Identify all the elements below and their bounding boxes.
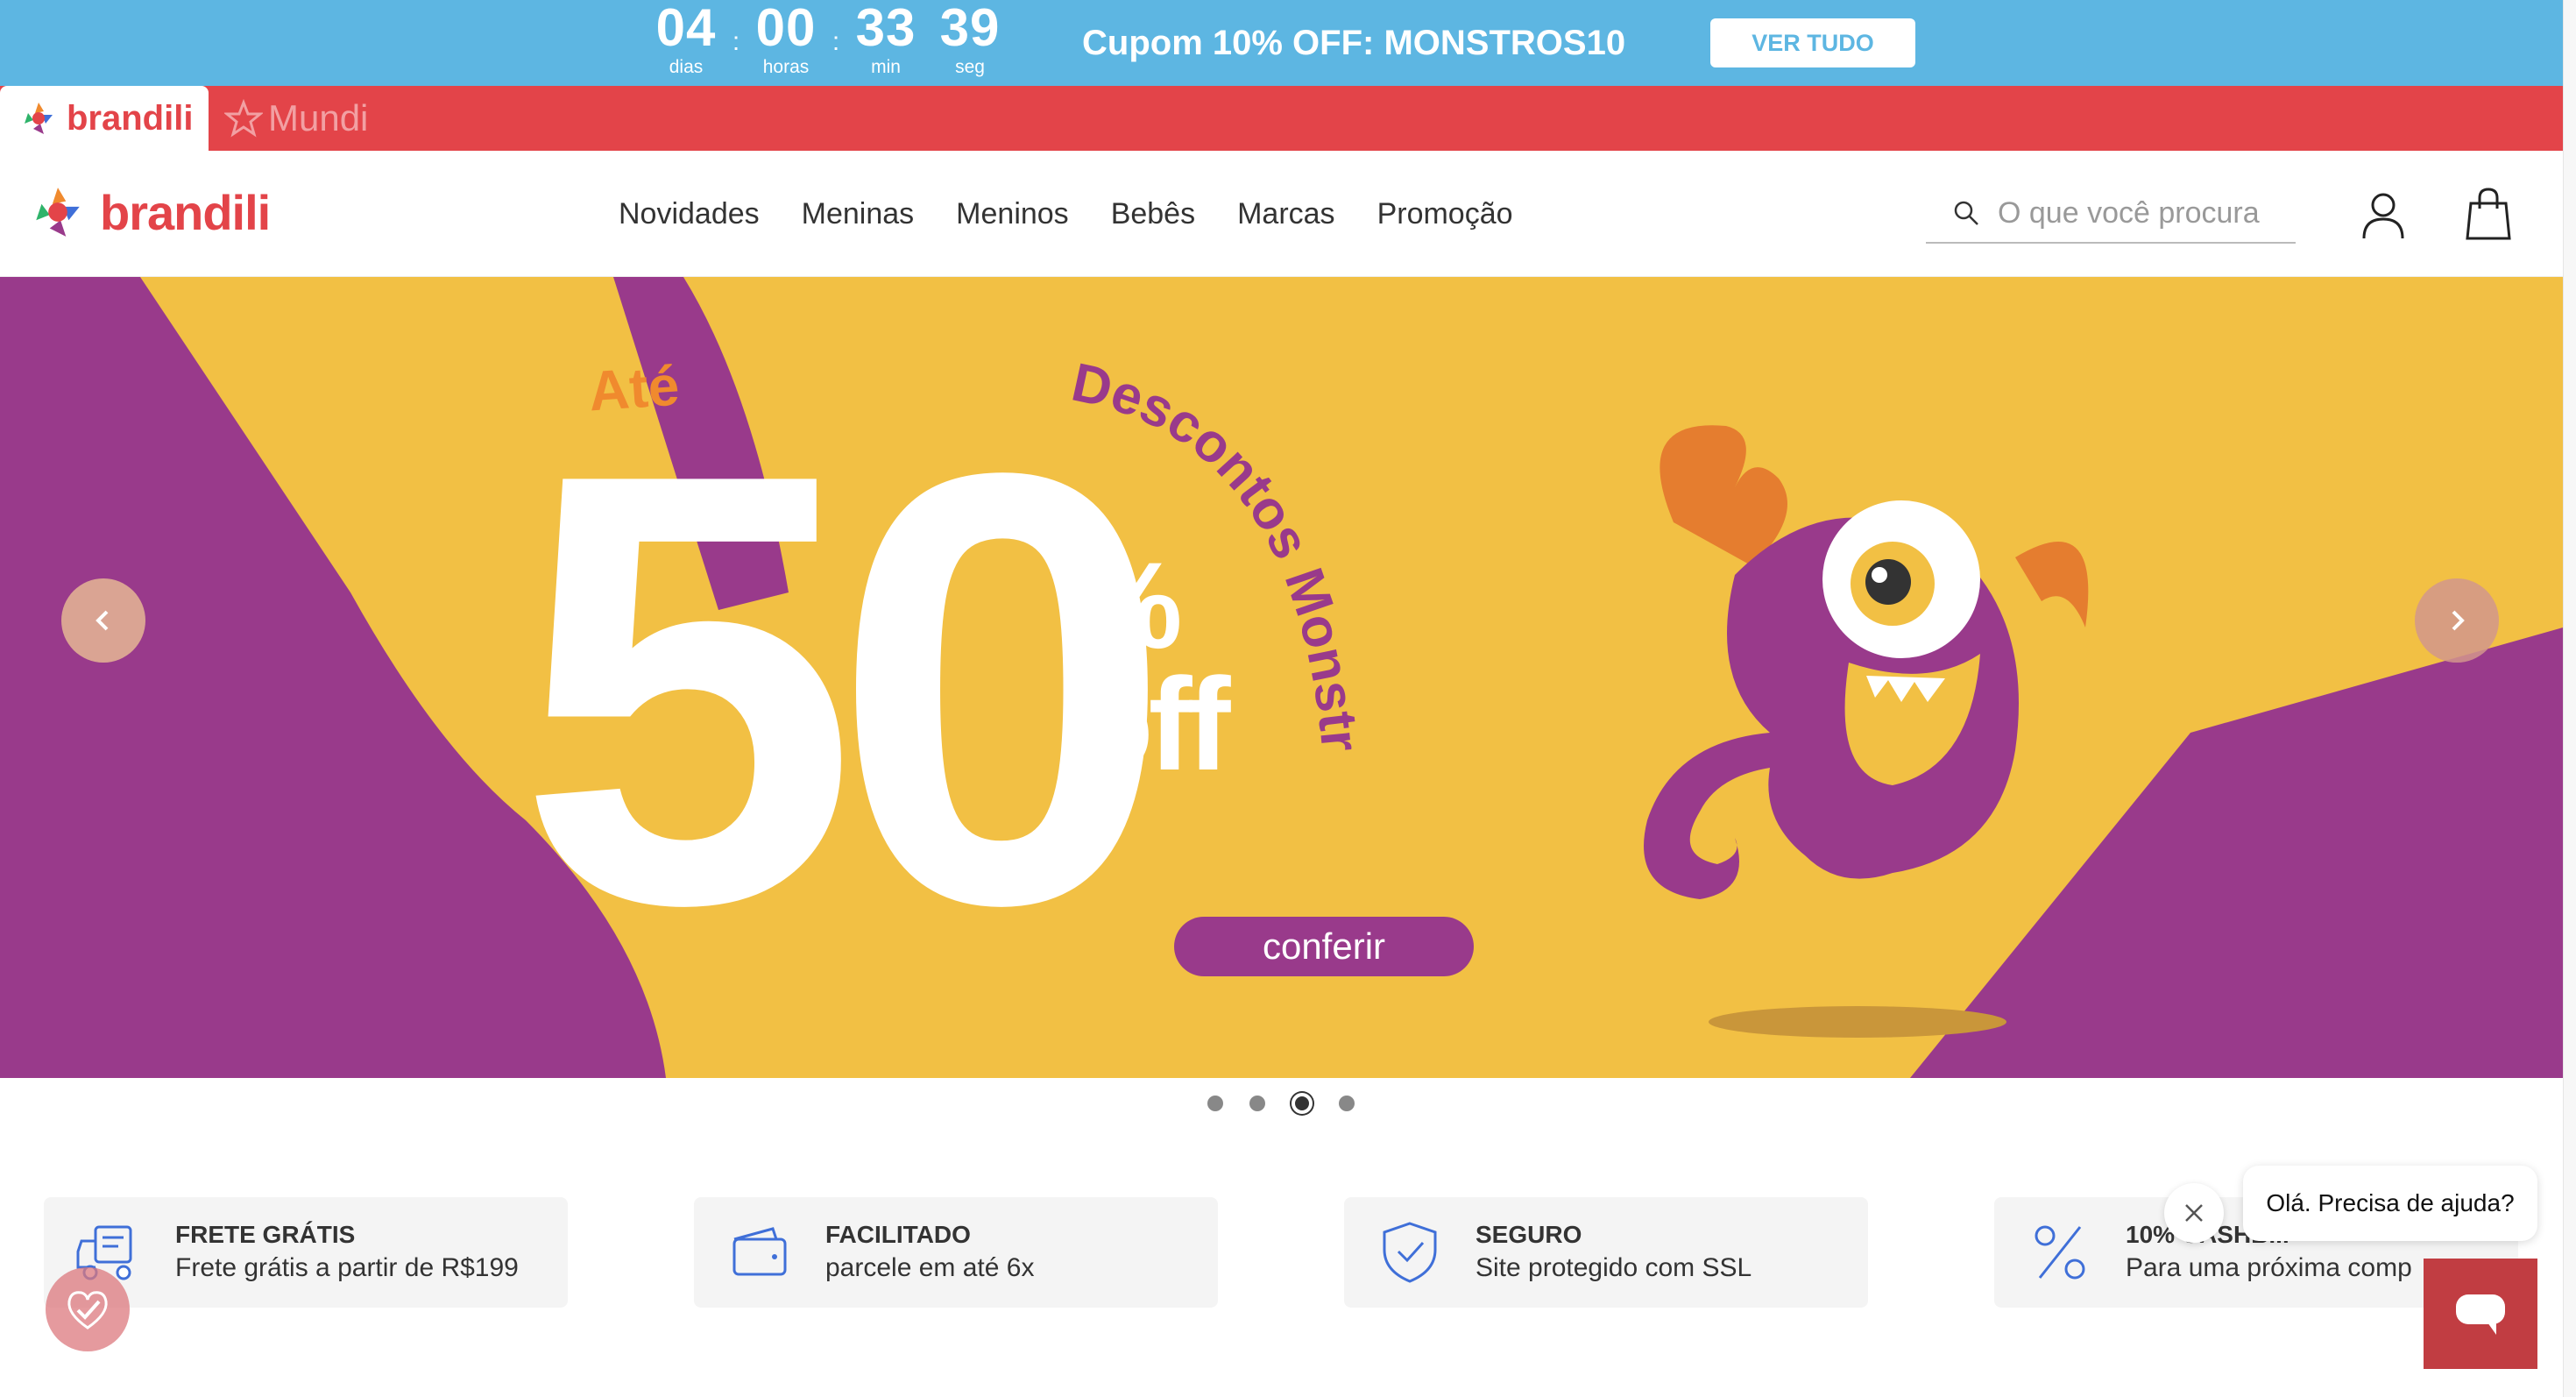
nav-item-marcas[interactable]: Marcas [1237,193,1334,235]
feature-card: SEGURO Site protegido com SSL [1344,1197,1868,1308]
page-scrollbar[interactable] [2563,0,2576,1397]
chevron-left-icon [96,610,109,631]
carousel-dot[interactable] [1207,1096,1223,1111]
countdown-hours: 00 horas [744,0,828,77]
countdown-value: 33 [855,0,916,57]
brandili-logo-icon [25,103,53,134]
feature-subtitle: Frete grátis a partir de R$199 [175,1253,519,1282]
store-switcher: brandili Mundi [0,86,2563,151]
nav-item-bebes[interactable]: Bebês [1111,193,1195,235]
countdown-separator: : [832,27,840,56]
feature-subtitle: parcele em até 6x [825,1253,1035,1282]
countdown-value: 04 [655,0,717,57]
carousel-dot[interactable] [1339,1096,1355,1111]
site-header: brandili Novidades Meninas Meninos Bebês… [0,151,2563,277]
carousel-next-button[interactable] [2415,578,2499,663]
feature-title: SEGURO [1476,1221,1582,1248]
hero-curved-title: Descontos Monstros [1034,347,1370,755]
monster-illustration [1644,425,2089,899]
search-icon[interactable] [1952,199,1980,227]
countdown: 04 dias : 00 horas : 33 min 39 seg [644,0,1012,86]
carousel-dot-active[interactable] [1292,1093,1313,1114]
carousel-dots [1207,1093,1355,1114]
countdown-label: horas [762,57,810,77]
curved-title-text: Descontos Monstros [1034,347,1370,755]
search-box [1926,184,2296,244]
carousel-dot[interactable] [1249,1096,1265,1111]
ver-tudo-button[interactable]: VER TUDO [1710,18,1915,67]
search-input[interactable] [1998,195,2296,230]
countdown-label: dias [669,57,704,77]
shield-check-icon [1383,1222,1437,1283]
logo-text: brandili [100,184,271,240]
svg-text:Descontos Monstros: Descontos Monstros [1034,347,1370,755]
carousel-prev-button[interactable] [61,578,145,663]
chat-greeting-bubble[interactable]: Olá. Precisa de ajuda? [2243,1166,2537,1241]
store-label: Mundi [268,97,369,138]
nav-item-meninas[interactable]: Meninas [802,193,915,235]
site-logo[interactable]: brandili [28,182,271,242]
store-tab-mundi[interactable]: Mundi [224,86,368,151]
floating-badge-button[interactable] [46,1267,130,1351]
close-icon [2185,1204,2203,1222]
main-nav: Novidades Meninas Meninos Bebês Marcas P… [619,193,1513,235]
hero-banner[interactable]: Até 50 % off Descontos Monstros conferir [0,277,2563,1078]
bag-icon[interactable] [2464,186,2513,242]
countdown-label: seg [955,57,985,77]
countdown-separator: : [732,27,740,56]
nav-item-promocao[interactable]: Promoção [1377,193,1513,235]
star-icon [224,99,263,138]
countdown-value: 00 [755,0,817,57]
chevron-right-icon [2452,610,2465,631]
heart-check-icon [67,1291,108,1330]
feature-subtitle: Para uma próxima comp [2126,1253,2412,1282]
feature-subtitle: Site protegido com SSL [1476,1253,1752,1282]
user-icon[interactable] [2359,189,2408,242]
countdown-label: min [871,57,901,77]
chat-close-button[interactable] [2164,1183,2224,1243]
nav-item-novidades[interactable]: Novidades [619,193,760,235]
brandili-logo-icon [36,188,80,237]
countdown-seconds: 39 seg [928,0,1012,77]
conferir-button[interactable]: conferir [1174,917,1474,976]
coupon-text: Cupom 10% OFF: MONSTROS10 [1082,24,1626,62]
wallet-icon [732,1227,787,1276]
percent-icon [2035,1225,2085,1280]
feature-title: FRETE GRÁTIS [175,1221,356,1248]
chat-launcher-button[interactable] [2424,1259,2537,1369]
countdown-value: 39 [939,0,1001,57]
page: 04 dias : 00 horas : 33 min 39 seg Cupom… [0,0,2576,1397]
feature-title: FACILITADO [825,1221,971,1248]
feature-card: FACILITADO parcele em até 6x [694,1197,1218,1308]
countdown-days: 04 dias [644,0,728,77]
nav-item-meninos[interactable]: Meninos [956,193,1069,235]
promo-bar: 04 dias : 00 horas : 33 min 39 seg Cupom… [0,0,2563,86]
chat-icon [2456,1294,2505,1335]
countdown-minutes: 33 min [844,0,928,77]
store-label: brandili [67,98,194,138]
store-tab-brandili[interactable]: brandili [0,86,209,151]
